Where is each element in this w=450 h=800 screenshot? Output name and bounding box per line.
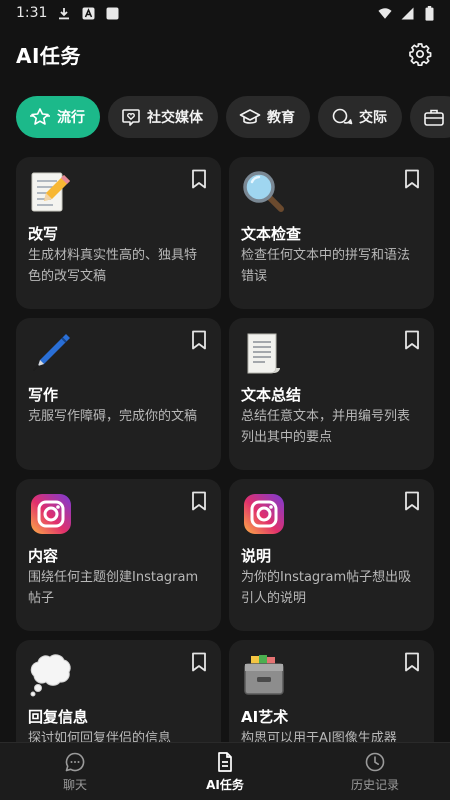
battery-icon [422, 5, 436, 21]
bookmark-icon[interactable] [404, 330, 420, 350]
clock-icon [365, 752, 385, 771]
card-title: 改写 [28, 225, 59, 243]
star-burst-icon [30, 108, 50, 125]
task-card-rewrite[interactable]: 改写 生成材料真实性高的、独具特色的改写文稿 [16, 157, 221, 309]
gear-icon [409, 43, 432, 66]
chat-bubble-icon [65, 752, 85, 771]
graduation-cap-icon [239, 109, 261, 124]
bookmark-icon[interactable] [191, 491, 207, 511]
cellular-signal-icon [400, 6, 414, 20]
bookmark-icon[interactable] [191, 169, 207, 189]
nav-ai-tasks-label: AI任务 [206, 777, 244, 792]
chip-business[interactable] [410, 96, 450, 138]
settings-button[interactable] [406, 40, 434, 68]
card-title: 写作 [28, 386, 59, 404]
wifi-icon [378, 6, 392, 20]
square-notification-icon [105, 6, 119, 20]
card-description: 为你的Instagram帖子想出吸引人的说明 [241, 570, 412, 606]
card-title: 文本总结 [241, 386, 302, 404]
app-notification-icon [81, 6, 95, 20]
task-card-summary[interactable]: 文本总结 总结任意文本，并用编号列表列出其中的要点 [229, 318, 434, 470]
card-description: 生成材料真实性高的、独具特色的改写文稿 [28, 248, 198, 284]
chip-social-media[interactable]: 社交媒体 [108, 96, 218, 138]
nav-history-label: 历史记录 [350, 777, 399, 792]
nav-chat-label: 聊天 [62, 777, 87, 792]
card-title: 内容 [28, 547, 59, 565]
memo-pencil-icon [28, 169, 74, 215]
magnifying-glass-icon [241, 169, 287, 215]
card-description: 围绕任何主题创建Instagram帖子 [28, 570, 199, 606]
instagram-icon [28, 491, 74, 537]
nav-ai-tasks[interactable]: AI任务 [150, 743, 300, 800]
category-chips: 流行 社交媒体 教育 交际 [16, 96, 450, 138]
bookmark-icon[interactable] [404, 169, 420, 189]
chat-heart-icon [122, 109, 140, 126]
bookmark-icon[interactable] [404, 491, 420, 511]
status-bar: 1:31 [0, 0, 450, 26]
bookmark-icon[interactable] [191, 330, 207, 350]
nav-history[interactable]: 历史记录 [300, 743, 450, 800]
app-bar: AI任务 [0, 26, 450, 82]
card-title: 文本检查 [241, 225, 302, 243]
status-time: 1:31 [16, 5, 48, 21]
bottom-navigation: 聊天 AI任务 历史记录 [0, 742, 450, 800]
page-curl-icon [241, 330, 287, 376]
instagram-icon [241, 491, 287, 537]
bookmark-icon[interactable] [404, 652, 420, 672]
task-card-text-check[interactable]: 文本检查 检查任何文本中的拼写和语法错误 [229, 157, 434, 309]
download-icon [57, 6, 71, 20]
card-description: 总结任意文本，并用编号列表列出其中的要点 [241, 409, 411, 445]
nav-chat[interactable]: 聊天 [0, 743, 150, 800]
card-description: 克服写作障碍，完成你的文稿 [28, 409, 198, 424]
chat-bubbles-icon [332, 108, 353, 125]
bookmark-icon[interactable] [191, 652, 207, 672]
card-title: 说明 [241, 547, 272, 565]
task-card-content[interactable]: 内容 围绕任何主题创建Instagram帖子 [16, 479, 221, 631]
chip-popular[interactable]: 流行 [16, 96, 100, 138]
chip-education[interactable]: 教育 [226, 96, 310, 138]
pen-icon [28, 330, 74, 376]
task-card-caption[interactable]: 说明 为你的Instagram帖子想出吸引人的说明 [229, 479, 434, 631]
briefcase-icon [424, 109, 444, 126]
card-file-box-icon [241, 652, 287, 698]
document-icon [218, 751, 232, 772]
card-title: AI艺术 [241, 708, 289, 726]
card-title: 回复信息 [28, 708, 89, 726]
chip-communication[interactable]: 交际 [318, 96, 402, 138]
task-card-writing[interactable]: 写作 克服写作障碍，完成你的文稿 [16, 318, 221, 470]
thought-bubble-icon [28, 652, 74, 698]
task-grid: 改写 生成材料真实性高的、独具特色的改写文稿 文本检查 检查任何文本中的拼写和语… [16, 157, 434, 792]
page-title: AI任务 [16, 43, 81, 68]
card-description: 检查任何文本中的拼写和语法错误 [241, 248, 411, 284]
